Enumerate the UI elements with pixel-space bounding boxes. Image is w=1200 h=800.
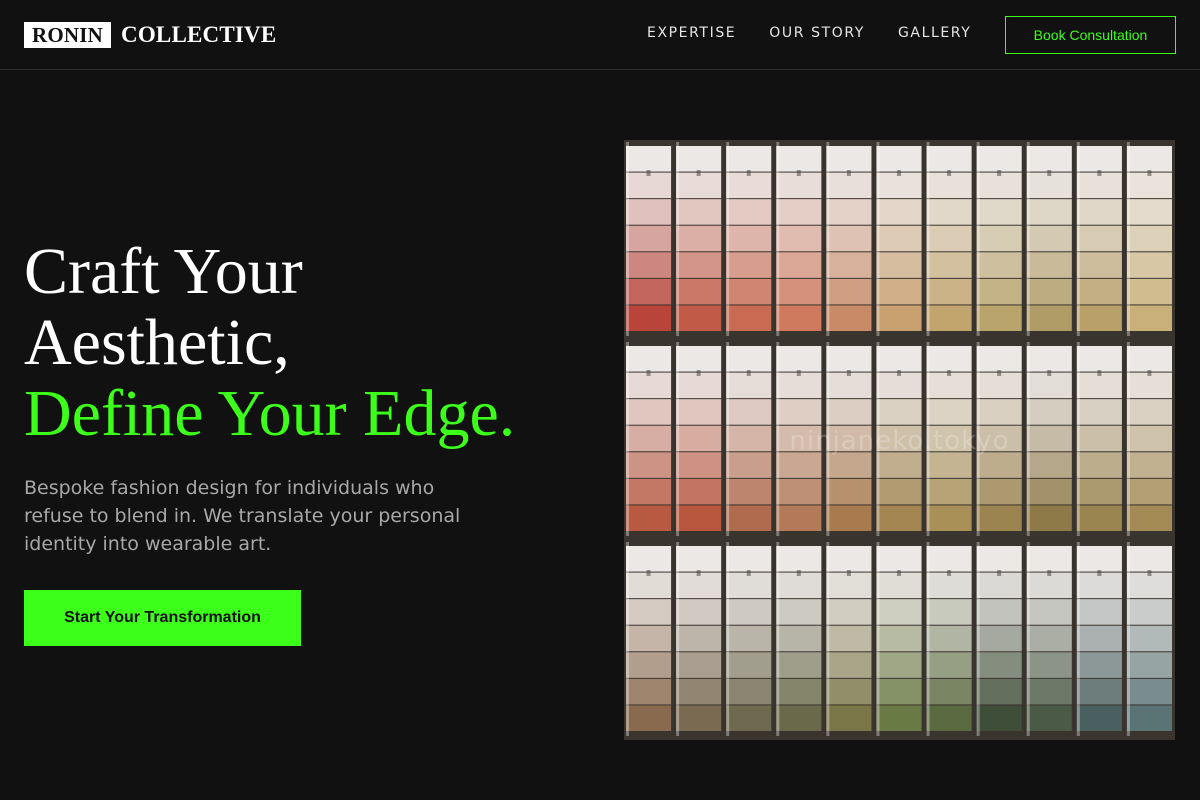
swatch-card xyxy=(674,540,725,740)
swatch-card xyxy=(624,540,675,740)
swatch-card xyxy=(824,140,875,340)
swatch-card xyxy=(724,140,775,340)
swatch-card xyxy=(974,540,1025,740)
swatch-card xyxy=(874,140,925,340)
brand-logo-text: COLLECTIVE xyxy=(121,22,277,47)
swatch-card xyxy=(774,140,825,340)
swatch-card xyxy=(924,140,975,340)
hero-subtitle: Bespoke fashion design for individuals w… xyxy=(24,477,461,555)
swatch-card xyxy=(974,140,1025,340)
hero-title-accent: Define Your Edge. xyxy=(24,377,516,450)
nav-links: EXPERTISE OUR STORY GALLERY xyxy=(647,25,971,41)
hero-title: Craft Your Aesthetic, Define Your Edge. xyxy=(24,236,515,449)
brand-logo-box: RONIN xyxy=(24,22,112,48)
hero-title-line-2: Aesthetic, xyxy=(24,306,290,379)
top-nav: RONIN COLLECTIVE EXPERTISE OUR STORY GAL… xyxy=(0,0,1200,70)
book-consultation-button[interactable]: Book Consultation xyxy=(1005,16,1176,54)
swatch-card xyxy=(1124,140,1175,340)
swatch-card xyxy=(624,140,675,340)
hero-title-line-1: Craft Your xyxy=(24,235,303,308)
swatch-card xyxy=(1074,140,1125,340)
nav-link-our-story[interactable]: OUR STORY xyxy=(769,25,865,41)
swatch-card xyxy=(1124,540,1175,740)
image-watermark: ninjaneko.tokyo xyxy=(789,426,1010,456)
swatch-card xyxy=(724,540,775,740)
swatch-card xyxy=(824,540,875,740)
swatch-card xyxy=(1024,140,1075,340)
swatch-card xyxy=(1024,540,1075,740)
swatch-card xyxy=(1074,540,1125,740)
brand-logo[interactable]: RONIN COLLECTIVE xyxy=(24,22,276,48)
swatch-card xyxy=(674,140,725,340)
swatch-card xyxy=(874,540,925,740)
swatch-card xyxy=(774,540,825,740)
start-transformation-button[interactable]: Start Your Transformation xyxy=(24,590,301,646)
nav-link-gallery[interactable]: GALLERY xyxy=(898,25,971,41)
nav-link-expertise[interactable]: EXPERTISE xyxy=(647,25,736,41)
swatch-card xyxy=(924,540,975,740)
paint-swatch-image: ninjaneko.tokyo xyxy=(624,140,1175,740)
